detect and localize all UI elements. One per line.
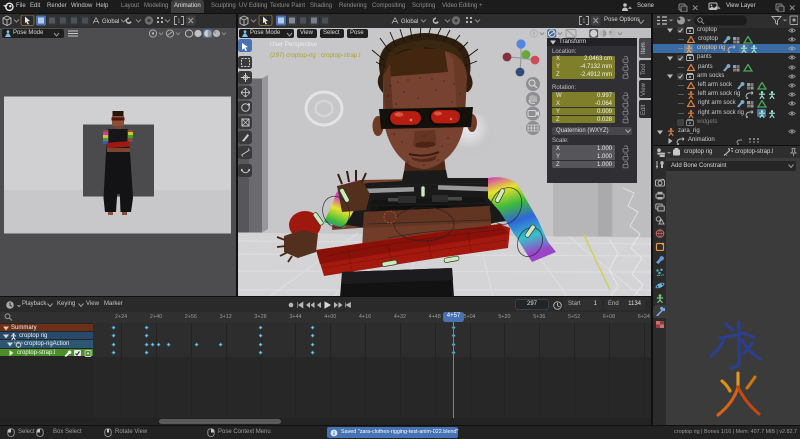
svg-text:Global: Global bbox=[102, 19, 119, 25]
svg-text:Global: Global bbox=[401, 19, 418, 25]
svg-text:1: 1 bbox=[178, 19, 181, 25]
svg-text:1: 1 bbox=[583, 19, 586, 25]
